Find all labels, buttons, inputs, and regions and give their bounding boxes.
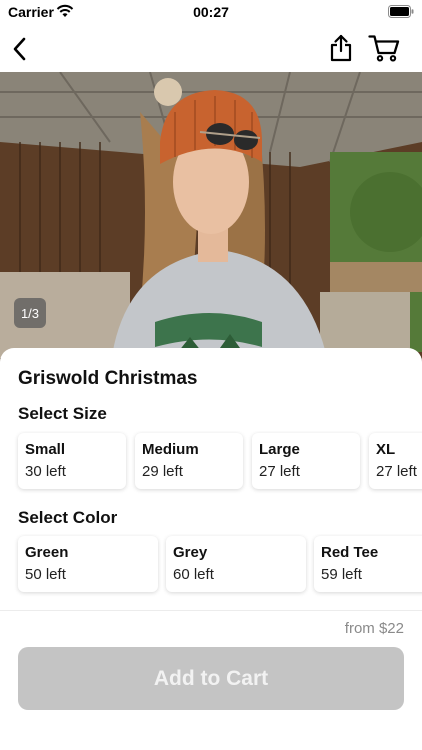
size-option-medium[interactable]: Medium 29 left [135,433,243,489]
product-sheet: Griswold Christmas Select Size Small 30 … [0,348,422,610]
cart-button[interactable] [366,32,402,64]
option-stock: 29 left [142,463,183,480]
color-option-red-tee[interactable]: Red Tee 59 left [314,536,422,592]
select-size-label: Select Size [18,404,107,423]
option-stock: 60 left [173,566,214,583]
image-page-indicator: 1/3 [14,298,46,328]
option-name: Medium [142,441,199,458]
option-stock: 30 left [25,463,66,480]
purchase-footer: from $22 Add to Cart [0,610,422,750]
option-name: Red Tee [321,544,379,561]
color-option-grey[interactable]: Grey 60 left [166,536,306,592]
option-stock: 27 left [376,463,417,480]
size-options[interactable]: Small 30 left Medium 29 left Large 27 le… [0,431,422,495]
size-option-xl[interactable]: XL 27 left [369,433,422,489]
cart-icon [368,35,400,62]
share-icon [330,34,352,62]
clock: 00:27 [193,4,229,20]
price-label: from $22 [344,620,404,637]
status-bar: Carrier 00:27 [0,0,422,26]
option-name: Large [259,441,300,458]
nav-bar [0,26,422,72]
option-name: Grey [173,544,208,561]
size-option-large[interactable]: Large 27 left [252,433,360,489]
option-stock: 50 left [25,566,66,583]
size-option-small[interactable]: Small 30 left [18,433,126,489]
select-color-label: Select Color [18,508,118,527]
add-to-cart-button[interactable]: Add to Cart [18,647,404,710]
option-stock: 59 left [321,566,362,583]
option-name: Green [25,544,69,561]
option-stock: 27 left [259,463,300,480]
color-options[interactable]: Green 50 left Grey 60 left Red Tee 59 le… [0,534,422,598]
share-button[interactable] [326,32,356,64]
battery-icon [388,5,414,18]
product-title: Griswold Christmas [18,368,198,389]
product-image[interactable]: 1/3 [0,72,422,372]
option-name: Small [25,441,66,458]
option-name: XL [376,441,396,458]
color-option-green[interactable]: Green 50 left [18,536,158,592]
product-photo [0,72,422,372]
back-button[interactable] [6,34,34,64]
chevron-left-icon [13,37,26,61]
